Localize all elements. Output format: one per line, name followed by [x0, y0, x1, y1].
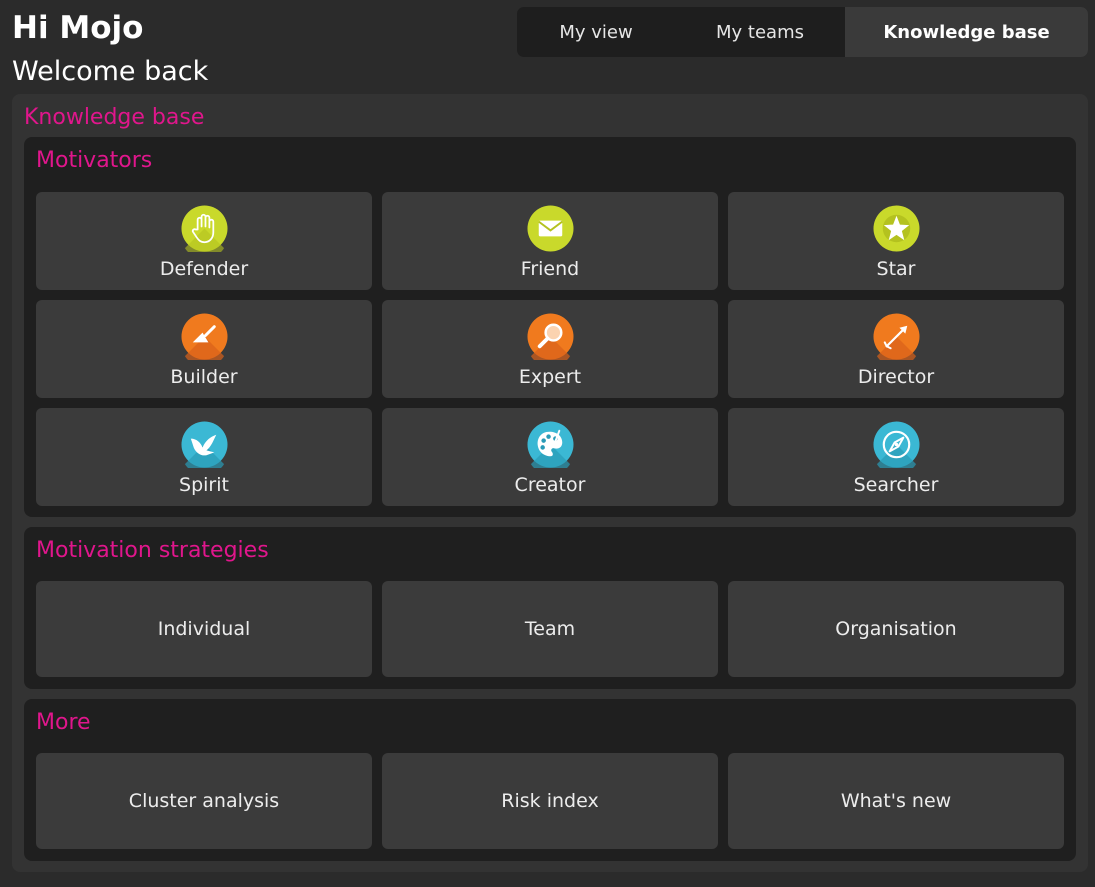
arrow-icon	[872, 312, 920, 360]
motivator-label: Star	[876, 257, 916, 280]
tab-my-teams[interactable]: My teams	[675, 7, 845, 57]
motivator-label: Friend	[520, 257, 580, 280]
motivators-section: Motivators Defender Friend Star Builder …	[24, 137, 1076, 517]
more-title: More	[36, 710, 91, 735]
strategies-grid: Individual Team Organisation	[36, 581, 1064, 677]
motivator-searcher[interactable]: Searcher	[728, 408, 1064, 506]
strategy-individual-button[interactable]: Individual	[36, 581, 372, 677]
risk-index-button[interactable]: Risk index	[382, 753, 718, 849]
greeting: Hi Mojo	[12, 10, 144, 46]
motivator-friend[interactable]: Friend	[382, 192, 718, 290]
cluster-analysis-button[interactable]: Cluster analysis	[36, 753, 372, 849]
palette-icon	[526, 420, 574, 468]
motivators-title: Motivators	[36, 148, 153, 173]
strategies-title: Motivation strategies	[36, 538, 269, 563]
more-grid: Cluster analysis Risk index What's new	[36, 753, 1064, 849]
motivator-label: Expert	[518, 365, 582, 388]
knowledge-base-panel: Knowledge base Motivators Defender Frien…	[12, 94, 1088, 872]
knowledge-base-title: Knowledge base	[24, 105, 205, 130]
envelope-icon	[526, 204, 574, 252]
view-tabs: My view My teams Knowledge base	[517, 7, 1088, 57]
motivator-spirit[interactable]: Spirit	[36, 408, 372, 506]
magnifier-icon	[526, 312, 574, 360]
motivator-defender[interactable]: Defender	[36, 192, 372, 290]
whats-new-button[interactable]: What's new	[728, 753, 1064, 849]
motivator-label: Searcher	[853, 473, 939, 496]
motivator-label: Spirit	[179, 473, 229, 496]
star-icon	[872, 204, 920, 252]
motivators-grid: Defender Friend Star Builder Expert Dire…	[36, 192, 1064, 506]
motivator-label: Creator	[514, 473, 586, 496]
bird-icon	[180, 420, 228, 468]
tab-knowledge-base[interactable]: Knowledge base	[845, 7, 1088, 57]
motivator-expert[interactable]: Expert	[382, 300, 718, 398]
motivator-label: Builder	[170, 365, 238, 388]
motivator-builder[interactable]: Builder	[36, 300, 372, 398]
strategy-organisation-button[interactable]: Organisation	[728, 581, 1064, 677]
motivator-label: Director	[857, 365, 935, 388]
more-section: More Cluster analysis Risk index What's …	[24, 699, 1076, 861]
motivator-label: Defender	[159, 257, 249, 280]
welcome-message: Welcome back	[12, 56, 209, 87]
hand-icon	[180, 204, 228, 252]
tab-my-view[interactable]: My view	[517, 7, 675, 57]
motivator-star[interactable]: Star	[728, 192, 1064, 290]
strategy-team-button[interactable]: Team	[382, 581, 718, 677]
motivator-creator[interactable]: Creator	[382, 408, 718, 506]
strategies-section: Motivation strategies Individual Team Or…	[24, 527, 1076, 689]
compass-icon	[872, 420, 920, 468]
motivator-director[interactable]: Director	[728, 300, 1064, 398]
trowel-icon	[180, 312, 228, 360]
